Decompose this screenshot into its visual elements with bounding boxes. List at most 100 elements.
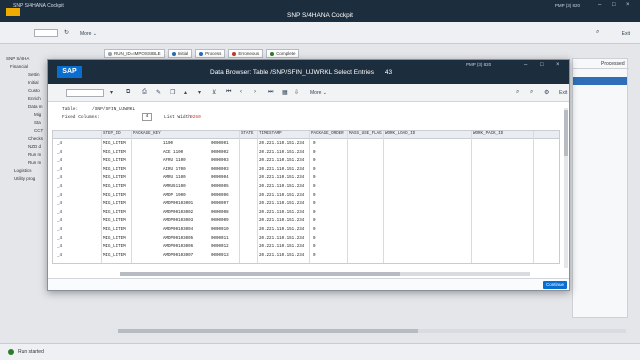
erroneous-button[interactable]: Erroneous: [228, 49, 264, 58]
command-field[interactable]: [34, 29, 58, 37]
close-icon[interactable]: ×: [626, 2, 630, 8]
table-row[interactable]: _4 MIG_LITEM ACE 1100 0000002 20.221.110.151…: [53, 150, 559, 158]
tree-item[interactable]: CCT: [34, 128, 43, 133]
more-menu[interactable]: More ⌄: [80, 31, 97, 37]
column-header[interactable]: MASS_USE_FLAG: [349, 132, 382, 136]
minimize-icon[interactable]: –: [598, 2, 601, 8]
window-title-left: SNP S/4HANA Cockpit: [13, 3, 64, 9]
success-icon: [8, 349, 14, 355]
fixed-columns-field[interactable]: 4: [142, 113, 152, 121]
maximize-icon[interactable]: □: [540, 62, 544, 68]
tree-item[interactable]: Sta: [34, 120, 41, 125]
refresh-icon[interactable]: ↻: [64, 29, 69, 36]
table-cell: 0000005: [211, 185, 229, 189]
first-page-icon[interactable]: ⏮: [226, 89, 231, 96]
complete-button[interactable]: Complete: [266, 49, 300, 58]
sort-descending-icon[interactable]: ▾: [198, 89, 201, 96]
column-header[interactable]: WORK_LOAD_ID: [385, 132, 415, 136]
column-header[interactable]: STATE: [241, 132, 254, 136]
tree-item[interactable]: Initial: [28, 80, 39, 85]
details-icon[interactable]: ⧉: [126, 89, 130, 96]
table-cell: 0000013: [211, 253, 229, 258]
table-cell: AIRU 1700: [163, 167, 186, 172]
continue-button[interactable]: Continue: [543, 281, 567, 289]
column-header[interactable]: TIMESTAMP: [259, 132, 282, 136]
run-id-filter[interactable]: RUN_ID=IMPOSSIBLE: [104, 49, 165, 58]
dropdown-icon[interactable]: ▾: [110, 89, 113, 96]
tree-item[interactable]: Custo: [28, 88, 40, 93]
column-header[interactable]: PACKAGE_KEY: [133, 132, 161, 136]
table-cell: AMDP00103001: [163, 202, 194, 207]
table-cell: MIG_LITEM: [103, 210, 126, 215]
status-bar: Run started: [0, 343, 640, 360]
column-header[interactable]: STEP_ID: [103, 132, 121, 136]
sort-ascending-icon[interactable]: ▴: [184, 89, 187, 96]
table-cell: _4: [57, 193, 63, 198]
list-width-field[interactable]: 0250: [190, 115, 201, 120]
table-row[interactable]: _4 MIG_LITEM AIRU 1700 0000003 20.221.110.15…: [53, 167, 559, 175]
table-row[interactable]: _4 MIG_LITEM AMRU 1100 0000004 20.221.110.15…: [53, 175, 559, 183]
filter-icon[interactable]: ⊻: [212, 89, 216, 96]
table-cell: 0: [313, 176, 316, 181]
close-icon[interactable]: ×: [556, 62, 560, 68]
last-page-icon[interactable]: ⏭: [268, 89, 273, 96]
scroll-thumb[interactable]: [564, 110, 568, 156]
table-row[interactable]: _4 MIG_LITEM AMDP00103002 0000008 20.221.110…: [53, 210, 559, 218]
tree-item[interactable]: Settin: [28, 72, 40, 77]
table-row[interactable]: _4 MIG_LITEM AMDP00103007 0000013 20.221.110…: [53, 253, 559, 261]
maximize-icon[interactable]: □: [612, 2, 616, 8]
table-row[interactable]: _4 MIG_LITEM AMDP00103003 0000009 20.221.110…: [53, 218, 559, 226]
grid-vscrollbar[interactable]: [564, 108, 568, 268]
settings-icon[interactable]: ⚙: [544, 89, 549, 96]
scroll-thumb[interactable]: [120, 272, 400, 276]
search-icon[interactable]: ⌕: [516, 89, 519, 96]
tree-item[interactable]: NZD d: [28, 144, 41, 149]
table-cell: 0000011: [211, 236, 229, 241]
next-page-icon[interactable]: ›: [254, 89, 256, 95]
search-next-icon[interactable]: ⌕: [530, 89, 533, 96]
column-header[interactable]: WORK_PACK_ID: [473, 132, 503, 136]
table-row[interactable]: _4 MIG_LITEM AMDP 1900 0000006 20.221.110.15…: [53, 193, 559, 201]
tree-item[interactable]: Mig: [34, 112, 41, 117]
tree-item[interactable]: Utility prog: [14, 176, 35, 181]
exit-button[interactable]: Exit: [622, 31, 630, 37]
edit-icon[interactable]: ✎: [156, 89, 161, 96]
minimize-icon[interactable]: –: [524, 62, 527, 68]
table-row[interactable]: _4 MIG_LITEM AMDP00103006 0000012 20.221.110…: [53, 244, 559, 252]
exit-button[interactable]: Exit: [559, 90, 567, 96]
table-cell: 0: [313, 193, 316, 198]
table-row[interactable]: _4 MIG_LITEM AMDP00103004 0000010 20.221.110…: [53, 227, 559, 235]
table-cell: AFRU 1100: [163, 159, 186, 164]
table-row[interactable]: _4 MIG_LITEM AMDP00103005 0000011 20.221.110…: [53, 236, 559, 244]
table-row[interactable]: _4 MIG_LITEM AMRU51100 0000005 20.221.110.15…: [53, 184, 559, 192]
tree-item[interactable]: Enrich: [28, 96, 41, 101]
tree-item[interactable]: Run m: [28, 152, 41, 157]
table-row[interactable]: _4 MIG_LITEM AMDP00103001 0000007 20.221.110…: [53, 201, 559, 209]
export-icon[interactable]: ⇩: [294, 89, 299, 96]
initial-button[interactable]: Initial: [167, 49, 193, 58]
previous-page-icon[interactable]: ‹: [240, 89, 242, 95]
tree-item[interactable]: Data m: [28, 104, 43, 109]
tree-item[interactable]: Logistics: [14, 168, 32, 173]
tree-item[interactable]: SNP S/4HA: [6, 56, 29, 61]
layout-icon[interactable]: ▦: [282, 89, 288, 96]
search-icon[interactable]: ⌕: [596, 29, 599, 36]
table-cell: 0000003: [211, 159, 229, 164]
table-row[interactable]: _4 MIG_LITEM 1100 0000001 20.221.110.151.234…: [53, 141, 559, 149]
main-hscrollbar[interactable]: [118, 329, 626, 333]
command-field[interactable]: [66, 89, 104, 97]
status-message: Run started: [18, 349, 44, 355]
selected-row[interactable]: [573, 77, 627, 85]
scroll-thumb[interactable]: [118, 329, 418, 333]
copy-icon[interactable]: ❐: [170, 89, 175, 96]
table-cell: 0000012: [211, 245, 229, 250]
tree-item[interactable]: Checks: [28, 136, 43, 141]
column-header[interactable]: PACKAGE_ORDER: [311, 132, 344, 136]
more-menu[interactable]: More ⌄: [310, 90, 327, 96]
tree-item[interactable]: Financial: [10, 64, 28, 69]
table-row[interactable]: _4 MIG_LITEM AFRU 1100 0000003 20.221.110.15…: [53, 158, 559, 166]
grid-hscrollbar[interactable]: [120, 272, 530, 276]
process-button[interactable]: Process: [195, 49, 226, 58]
tree-item[interactable]: Run m: [28, 160, 41, 165]
print-icon[interactable]: ⎙: [142, 89, 147, 96]
